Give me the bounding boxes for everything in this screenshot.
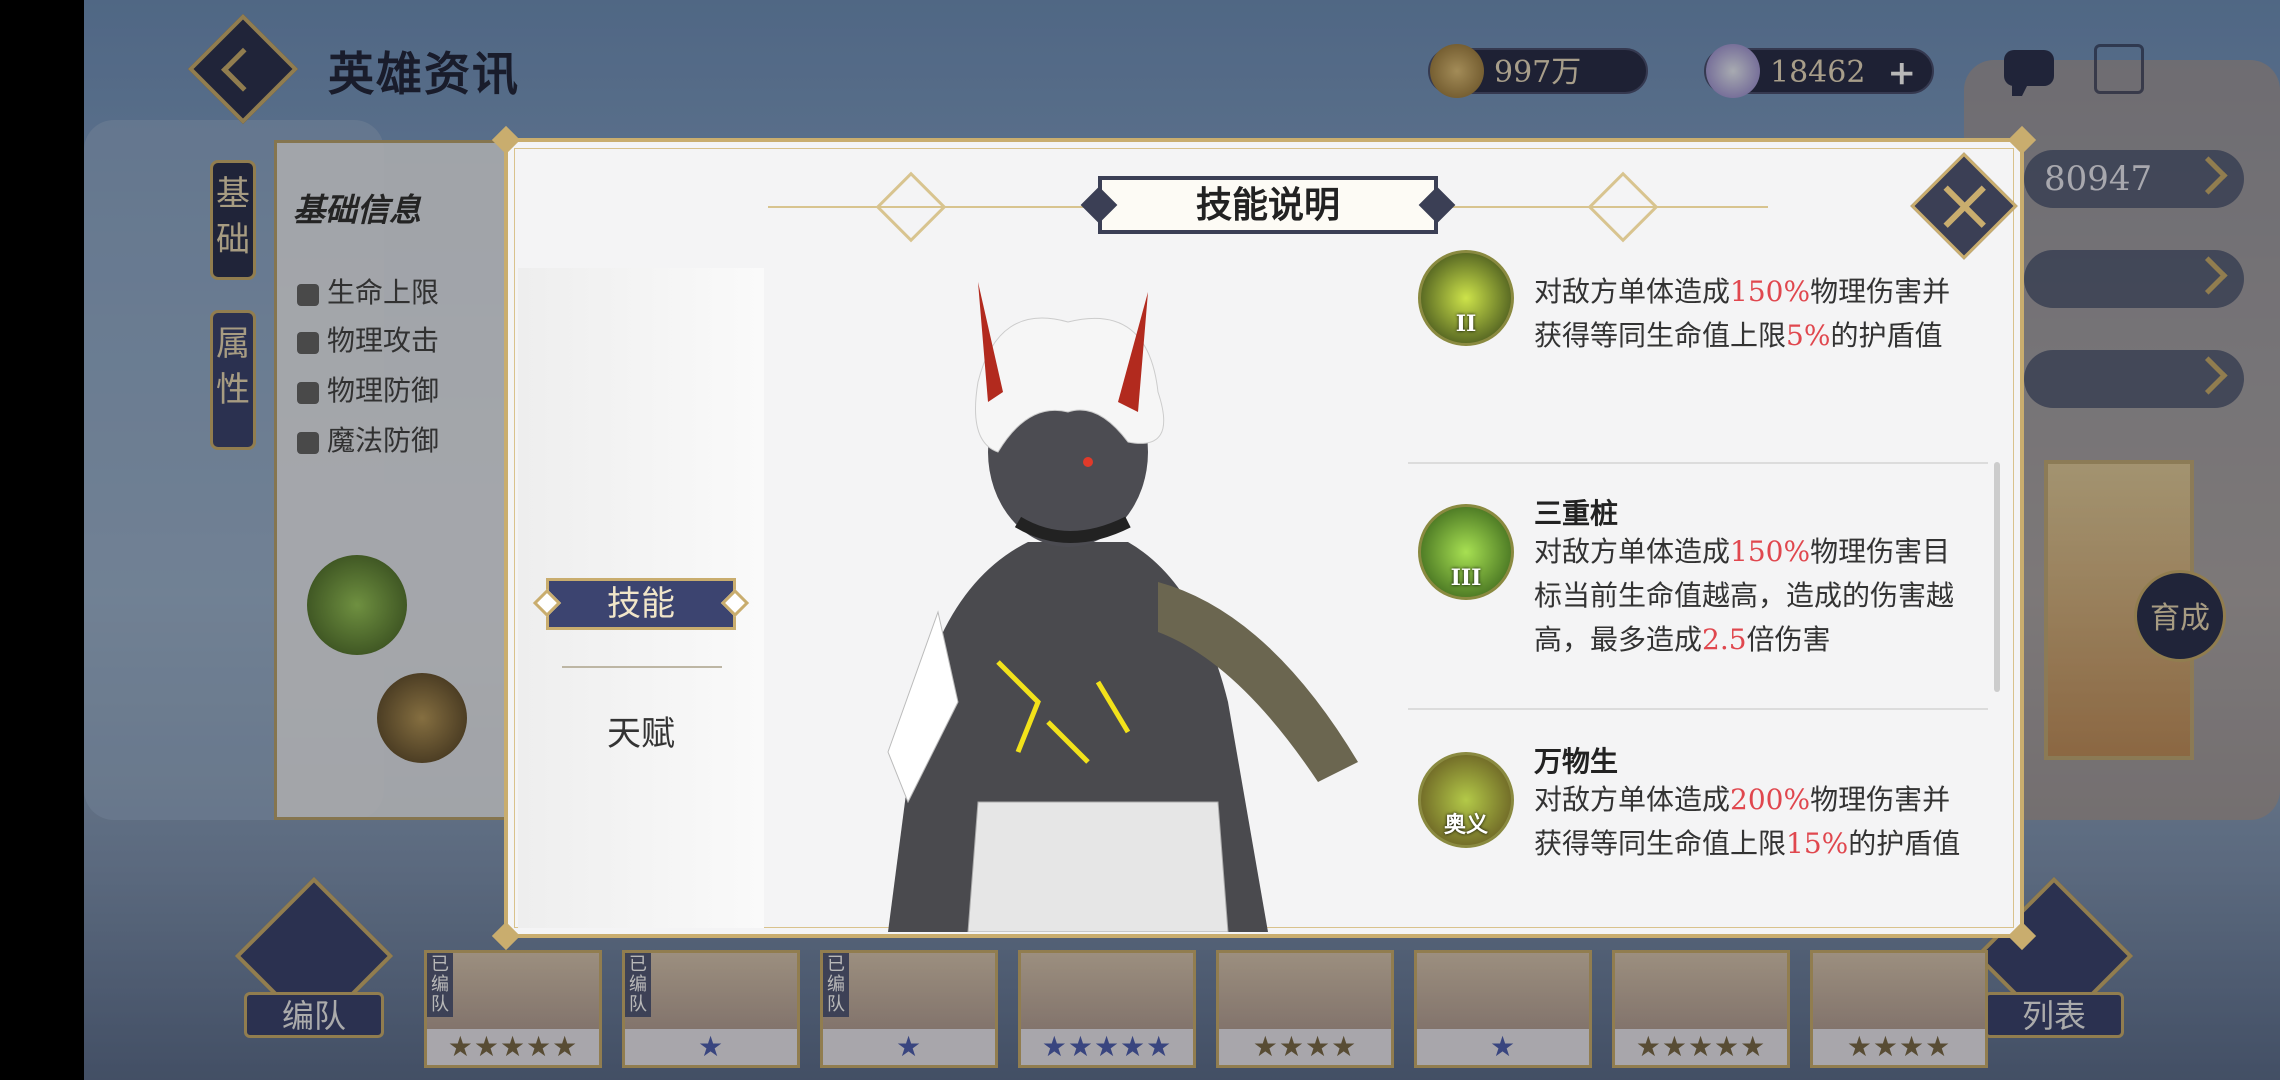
skill-entry-2: II 对敌方单体造成150%物理伤害并获得等同生命值上限5%的护盾值 bbox=[1418, 250, 1978, 440]
skill-list-scrollbar[interactable] bbox=[1994, 462, 2000, 692]
skill-name: 万物生 bbox=[1534, 745, 1619, 778]
skill-name: 三重桩 bbox=[1534, 497, 1619, 530]
skill-level-badge: II bbox=[1455, 311, 1477, 337]
skill-level-badge: III bbox=[1450, 565, 1482, 591]
desc-highlight: 5% bbox=[1786, 319, 1831, 352]
skill-description: 对敌方单体造成150%物理伤害并获得等同生命值上限5%的护盾值 bbox=[1534, 270, 1964, 358]
desc-text: 对敌方单体造成 bbox=[1534, 275, 1731, 308]
skill-divider bbox=[1408, 462, 1988, 464]
skill-description: 对敌方单体造成150%物理伤害目标当前生命值越高，造成的伤害越高，最多造成2.5… bbox=[1534, 530, 1964, 662]
skill-icon: III bbox=[1418, 504, 1514, 600]
desc-text: 的护盾值 bbox=[1848, 827, 1961, 860]
skill-description-modal: 技能说明 技能 天赋 II 对敌方单体造成150%物理伤害并获得等同生命值上限5… bbox=[491, 125, 2037, 951]
skill-divider bbox=[1408, 708, 1988, 710]
desc-highlight: 200% bbox=[1730, 783, 1811, 816]
desc-text: 对敌方单体造成 bbox=[1534, 783, 1731, 816]
desc-highlight: 150% bbox=[1730, 275, 1811, 308]
skill-icon: II bbox=[1418, 250, 1514, 346]
modal-title: 技能说明 bbox=[1098, 176, 1438, 234]
desc-highlight: 2.5 bbox=[1702, 623, 1747, 656]
diamond-ornament-icon bbox=[1587, 171, 1659, 243]
skill-entry-3: III 三重桩 对敌方单体造成150%物理伤害目标当前生命值越高，造成的伤害越高… bbox=[1418, 492, 1978, 692]
tab-skills[interactable]: 技能 bbox=[546, 578, 736, 630]
skill-entry-ultimate: 奥义 万物生 对敌方单体造成200%物理伤害并获得等同生命值上限15%的护盾值 bbox=[1418, 740, 1978, 930]
skill-level-badge: 奥义 bbox=[1443, 812, 1488, 838]
game-screen: 英雄资讯 997万 18462 + 基础 属性 基础信息 生命上限 物理攻击 物… bbox=[84, 0, 2280, 1080]
desc-text: 倍伤害 bbox=[1746, 623, 1831, 656]
tab-divider bbox=[562, 666, 722, 668]
modal-tab-column: 技能 天赋 bbox=[518, 268, 764, 928]
close-button[interactable] bbox=[1910, 152, 2018, 260]
desc-highlight: 150% bbox=[1730, 535, 1811, 568]
hero-artwork bbox=[887, 282, 1358, 932]
diamond-ornament-icon bbox=[875, 171, 947, 243]
desc-text: 对敌方单体造成 bbox=[1534, 535, 1731, 568]
skill-icon: 奥义 bbox=[1418, 752, 1514, 848]
desc-highlight: 15% bbox=[1786, 827, 1849, 860]
tab-talents[interactable]: 天赋 bbox=[546, 708, 736, 760]
skill-description: 对敌方单体造成200%物理伤害并获得等同生命值上限15%的护盾值 bbox=[1534, 778, 1964, 866]
desc-text: 的护盾值 bbox=[1830, 319, 1943, 352]
